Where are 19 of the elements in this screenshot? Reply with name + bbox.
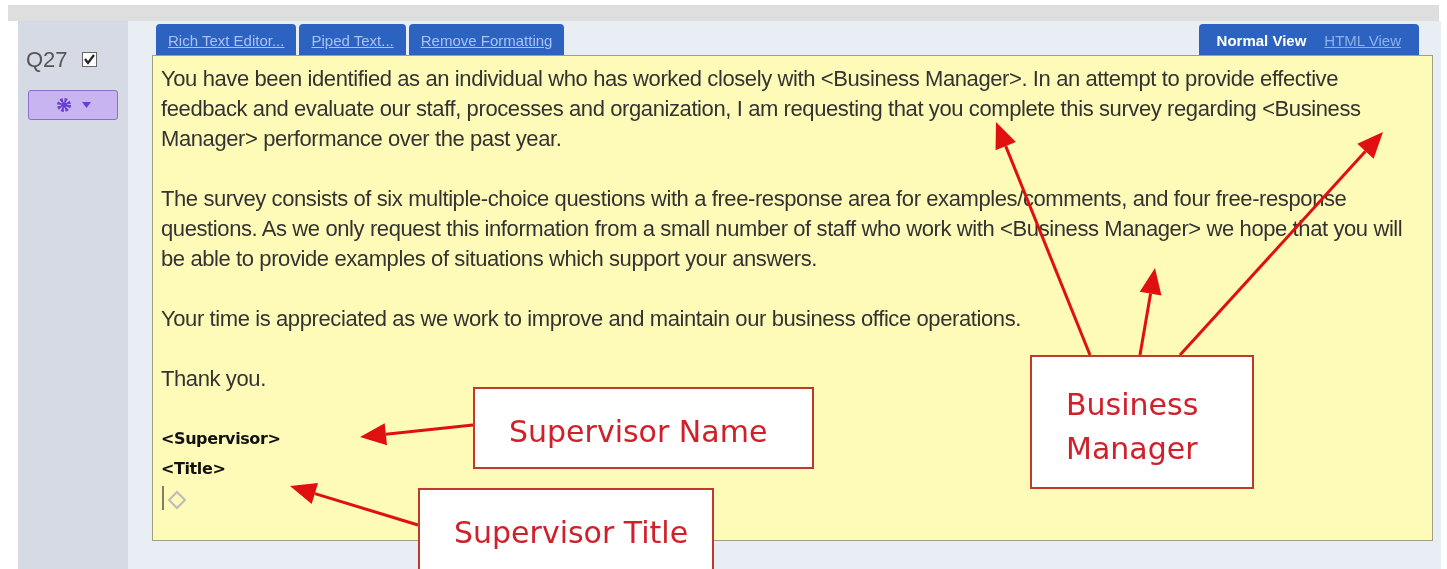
paragraph: Thank you. (161, 365, 267, 393)
view-tab[interactable]: HTML View (1324, 29, 1401, 52)
signature-line: <Title> (161, 458, 226, 480)
checkbox[interactable] (81, 52, 97, 67)
caret-icon (81, 102, 91, 108)
paragraph: Your time is appreciated as we work to improve and maintain our business office operations. (161, 305, 1022, 333)
gear-dropdown-button[interactable] (28, 90, 118, 120)
toolbar-tab[interactable]: Remove Formatting (408, 23, 565, 55)
paragraph: You have been identified as an individual who has worked closely with <Business Manager>. In an attempt to provide effective feedback and evaluate our staff, processes and organization, I am requesting that you complete this survey regarding <Business Manager> performance over the past year. (161, 65, 1362, 153)
signature-line: <Supervisor> (161, 428, 281, 450)
view-tab[interactable]: Normal View (1216, 29, 1307, 52)
gear-icon (55, 97, 72, 113)
question-number: Q27 (26, 46, 68, 74)
callout-label: Supervisor Title (454, 515, 689, 550)
resize-cursor-icon (161, 486, 189, 512)
callout-label: Supervisor Name (509, 414, 768, 449)
callout-label: Business Manager (1066, 387, 1199, 466)
toolbar-tab[interactable]: Piped Text... (299, 23, 406, 55)
toolbar-tab[interactable]: Rich Text Editor... (156, 23, 297, 55)
